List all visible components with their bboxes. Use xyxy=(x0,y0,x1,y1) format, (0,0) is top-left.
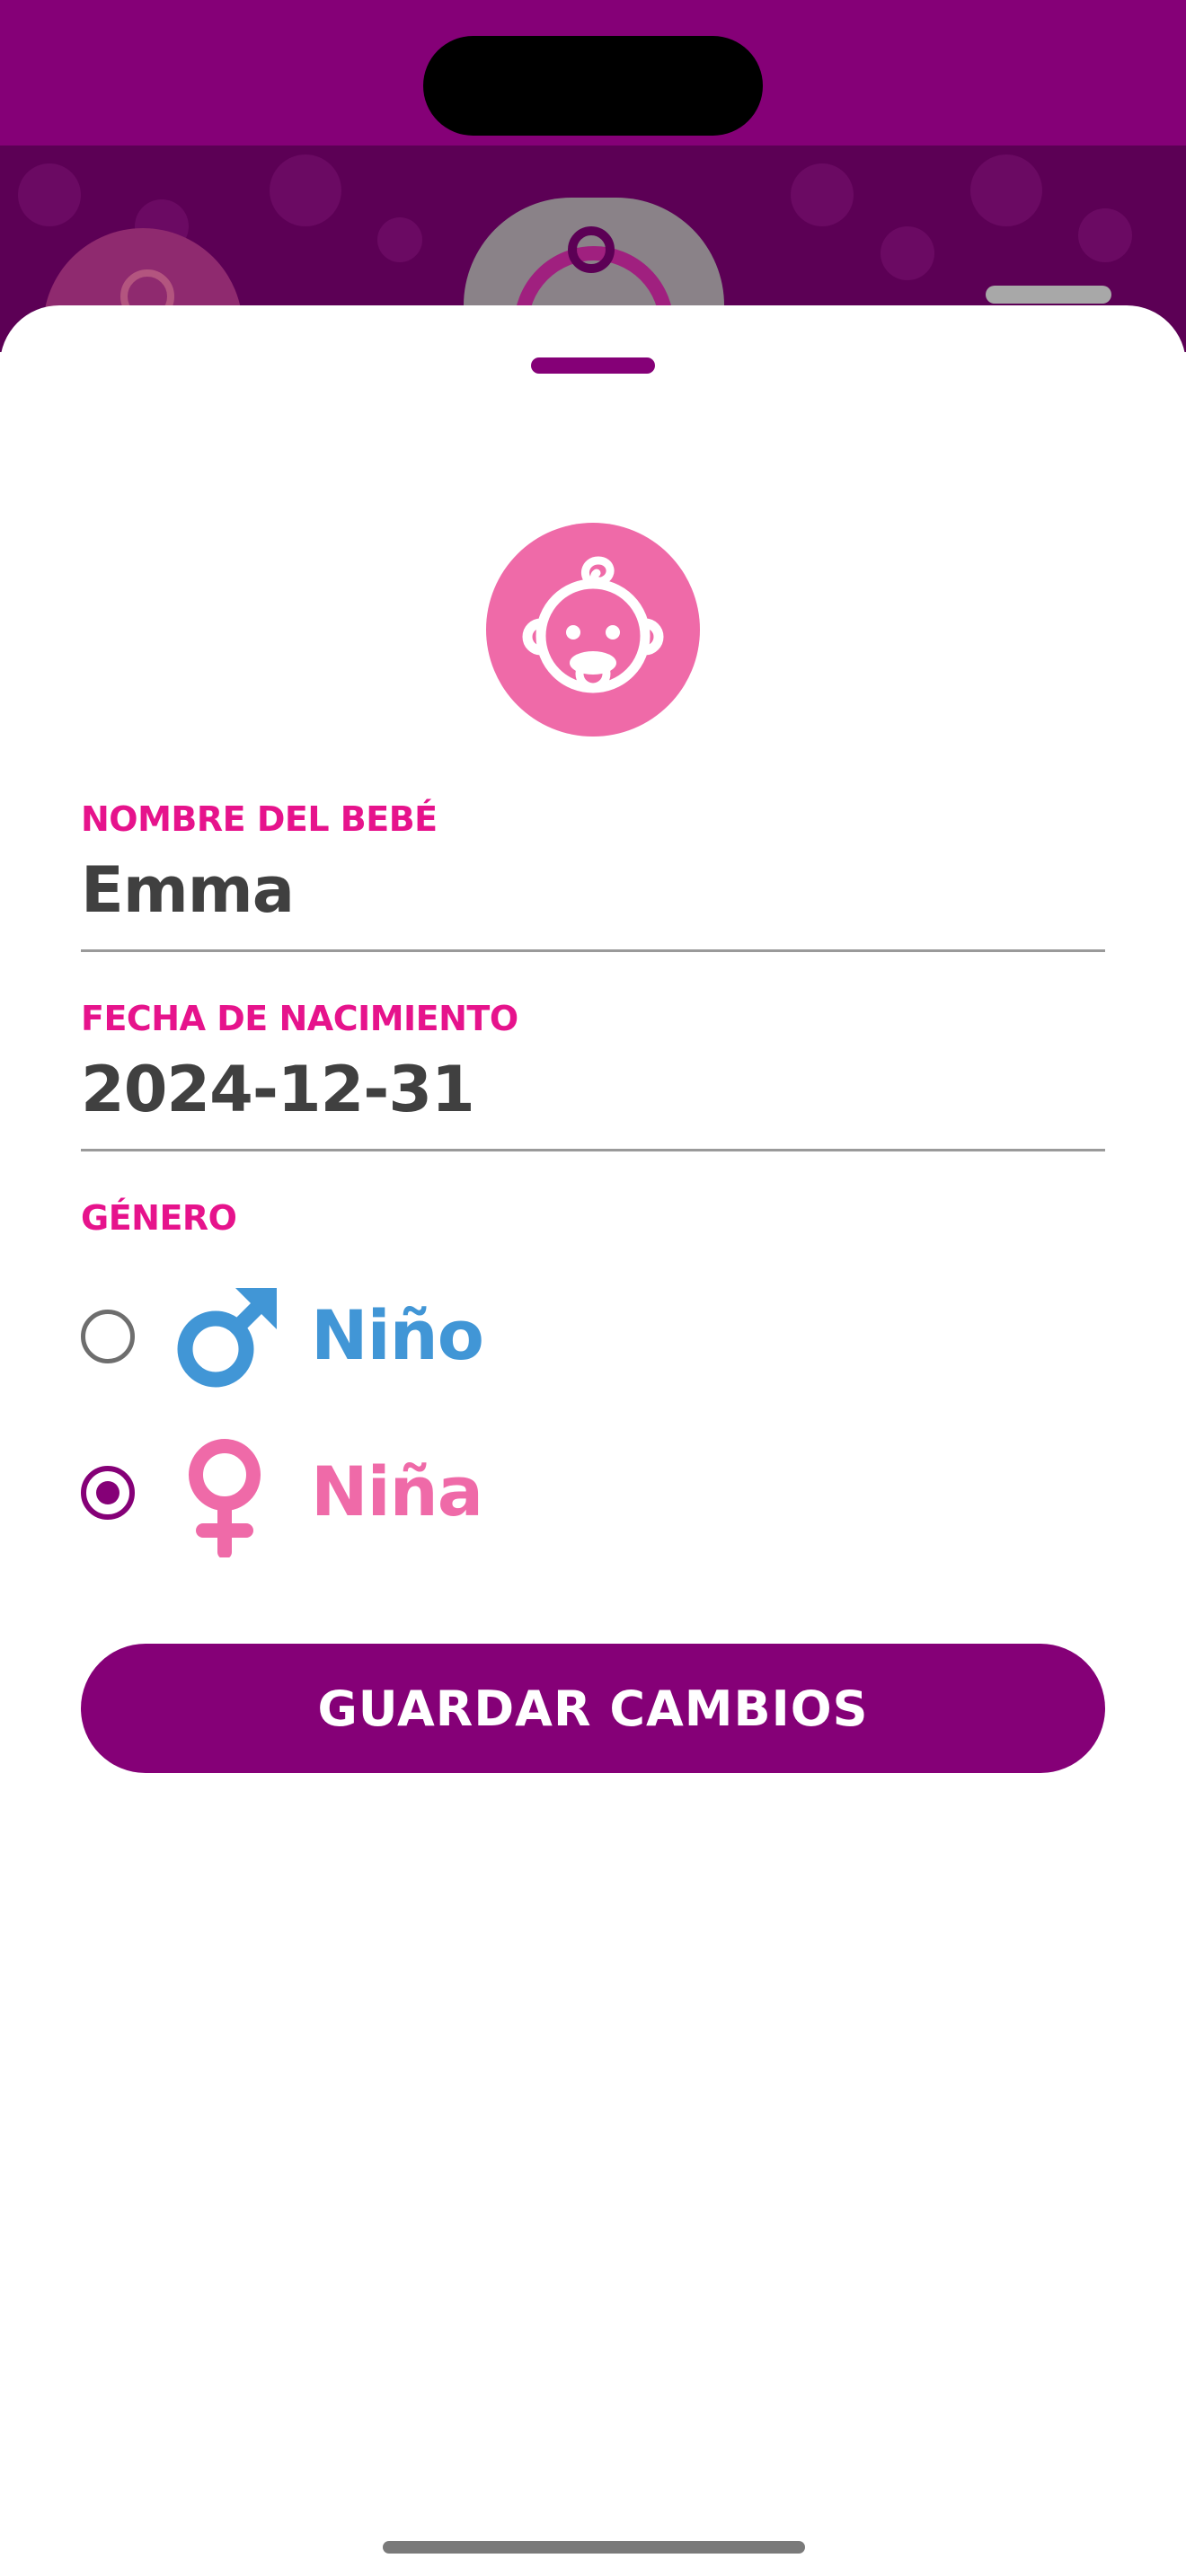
background-badge-swirl xyxy=(568,226,615,273)
gender-option-girl-label[interactable]: Niña xyxy=(311,1451,483,1531)
save-changes-button[interactable]: GUARDAR CAMBIOS xyxy=(81,1644,1105,1773)
male-symbol-icon xyxy=(173,1284,280,1396)
baby-face-icon xyxy=(522,556,664,693)
baby-avatar[interactable] xyxy=(486,523,700,737)
sheet-grabber[interactable] xyxy=(531,357,655,374)
home-indicator[interactable] xyxy=(383,2541,805,2554)
gender-radio-girl[interactable] xyxy=(81,1466,135,1520)
status-bar xyxy=(0,0,1186,146)
gender-label: GÉNERO xyxy=(81,1198,237,1238)
background-handle xyxy=(986,286,1111,304)
name-underline xyxy=(81,949,1105,952)
gender-radio-boy[interactable] xyxy=(81,1310,135,1363)
gender-option-boy-label[interactable]: Niño xyxy=(311,1295,484,1375)
name-label: NOMBRE DEL BEBÉ xyxy=(81,799,438,839)
name-input[interactable]: Emma xyxy=(81,853,295,927)
female-symbol-icon xyxy=(180,1435,270,1561)
birthdate-input[interactable]: 2024-12-31 xyxy=(81,1053,475,1126)
app-screen: NOMBRE DEL BEBÉ Emma FECHA DE NACIMIENTO… xyxy=(0,0,1186,2576)
birthdate-label: FECHA DE NACIMIENTO xyxy=(81,999,518,1038)
birthdate-underline xyxy=(81,1149,1105,1151)
dynamic-island xyxy=(423,36,763,136)
edit-baby-sheet: NOMBRE DEL BEBÉ Emma FECHA DE NACIMIENTO… xyxy=(0,305,1186,2576)
